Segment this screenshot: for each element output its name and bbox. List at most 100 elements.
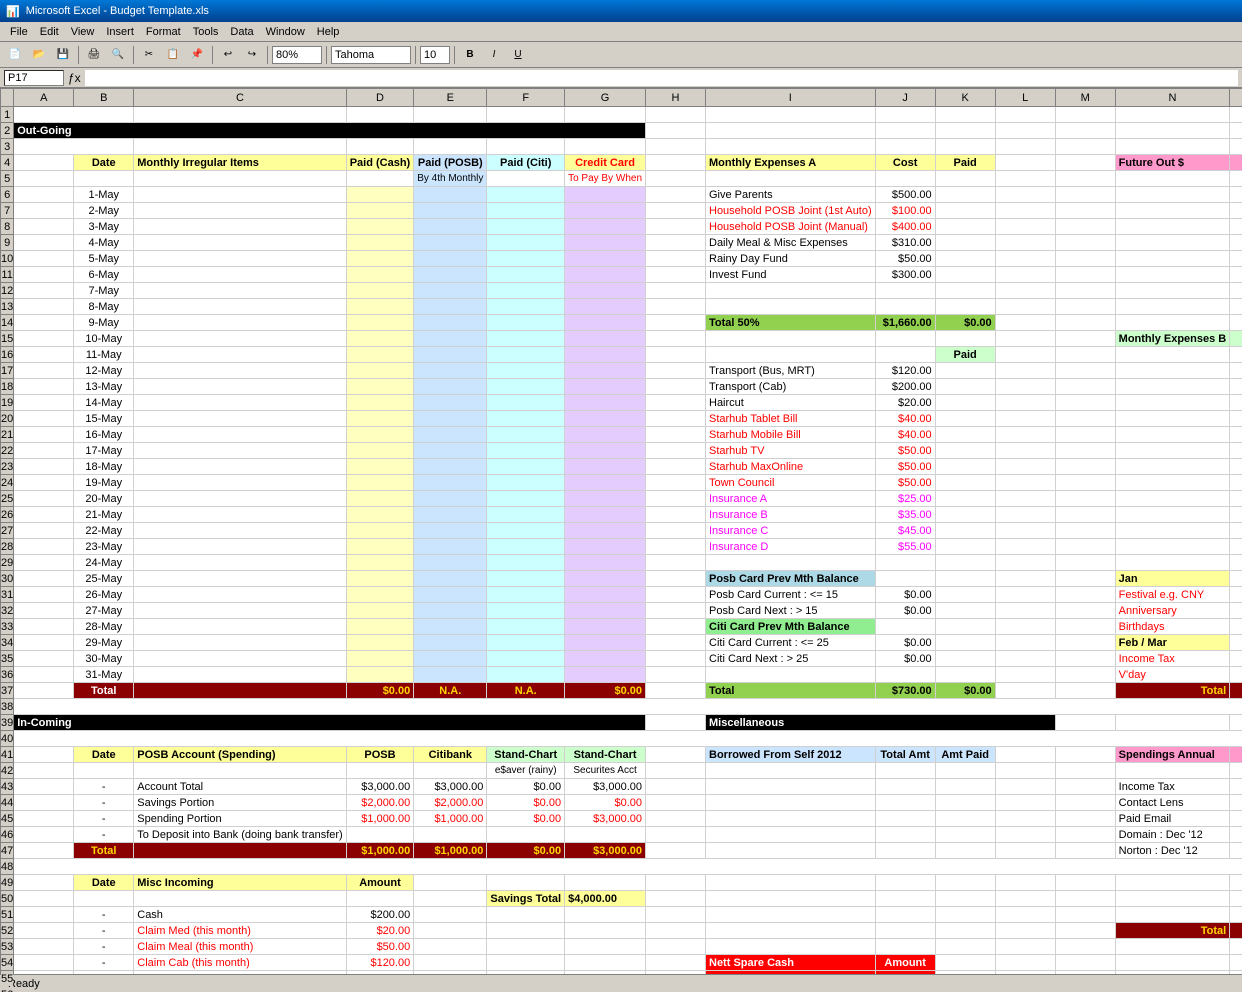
row-header-14[interactable]: 14: [1, 315, 14, 331]
col-header-e[interactable]: E: [414, 89, 487, 107]
italic-button[interactable]: I: [483, 44, 505, 66]
row-header-21[interactable]: 21: [1, 427, 14, 443]
copy-button[interactable]: 📋: [162, 44, 184, 66]
row-header-32[interactable]: 32: [1, 603, 14, 619]
font-input[interactable]: [331, 46, 411, 64]
row-header-42[interactable]: 42: [1, 763, 14, 779]
row-header-19[interactable]: 19: [1, 395, 14, 411]
col-header-h[interactable]: H: [646, 89, 706, 107]
row-header-26[interactable]: 26: [1, 507, 14, 523]
row-header-50[interactable]: 50: [1, 891, 14, 907]
undo-button[interactable]: ↩: [217, 44, 239, 66]
col-header-c[interactable]: C: [134, 89, 346, 107]
row-header-17[interactable]: 17: [1, 363, 14, 379]
row-header-25[interactable]: 25: [1, 491, 14, 507]
menu-tools[interactable]: Tools: [187, 24, 225, 40]
row-header-52[interactable]: 52: [1, 923, 14, 939]
row-header-18[interactable]: 18: [1, 379, 14, 395]
row-header-5[interactable]: 5: [1, 171, 14, 187]
row-header-30[interactable]: 30: [1, 571, 14, 587]
row-header-7[interactable]: 7: [1, 203, 14, 219]
col-header-i[interactable]: I: [706, 89, 876, 107]
col-header-n[interactable]: N: [1115, 89, 1230, 107]
menu-insert[interactable]: Insert: [100, 24, 140, 40]
redo-button[interactable]: ↪: [241, 44, 263, 66]
formula-input[interactable]: [85, 70, 1238, 86]
row-header-27[interactable]: 27: [1, 523, 14, 539]
menu-file[interactable]: File: [4, 24, 34, 40]
col-header-a[interactable]: A: [14, 89, 74, 107]
bold-button[interactable]: B: [459, 44, 481, 66]
row-header-29[interactable]: 29: [1, 555, 14, 571]
row-header-48[interactable]: 48: [1, 859, 14, 875]
row-header-40[interactable]: 40: [1, 731, 14, 747]
row-header-56[interactable]: 56: [1, 987, 14, 992]
row-header-46[interactable]: 46: [1, 827, 14, 843]
row-header-16[interactable]: 16: [1, 347, 14, 363]
row-header-43[interactable]: 43: [1, 779, 14, 795]
row-header-4[interactable]: 4: [1, 155, 14, 171]
col-header-d[interactable]: D: [346, 89, 414, 107]
cut-button[interactable]: ✂: [138, 44, 160, 66]
fontsize-input[interactable]: [420, 46, 450, 64]
cell-ref-input[interactable]: [4, 70, 64, 86]
row-header-12[interactable]: 12: [1, 283, 14, 299]
row-header-8[interactable]: 8: [1, 219, 14, 235]
preview-button[interactable]: 🔍: [107, 44, 129, 66]
row-header-34[interactable]: 34: [1, 635, 14, 651]
new-button[interactable]: 📄: [4, 44, 26, 66]
row-header-1[interactable]: 1: [1, 107, 14, 123]
row-header-24[interactable]: 24: [1, 475, 14, 491]
row-header-22[interactable]: 22: [1, 443, 14, 459]
row-header-15[interactable]: 15: [1, 331, 14, 347]
col-header-o[interactable]: O: [1230, 89, 1242, 107]
row-header-36[interactable]: 36: [1, 667, 14, 683]
print-button[interactable]: 🖨: [83, 44, 105, 66]
row-header-45[interactable]: 45: [1, 811, 14, 827]
row-header-23[interactable]: 23: [1, 459, 14, 475]
menu-help[interactable]: Help: [311, 24, 346, 40]
row-header-49[interactable]: 49: [1, 875, 14, 891]
menu-view[interactable]: View: [65, 24, 101, 40]
row-header-41[interactable]: 41: [1, 747, 14, 763]
col-header-g[interactable]: G: [565, 89, 646, 107]
menu-window[interactable]: Window: [260, 24, 311, 40]
row-header-35[interactable]: 35: [1, 651, 14, 667]
row-header-38[interactable]: 38: [1, 699, 14, 715]
paste-button[interactable]: 📌: [186, 44, 208, 66]
save-button[interactable]: 💾: [52, 44, 74, 66]
row-header-33[interactable]: 33: [1, 619, 14, 635]
open-button[interactable]: 📂: [28, 44, 50, 66]
underline-button[interactable]: U: [507, 44, 529, 66]
row-header-51[interactable]: 51: [1, 907, 14, 923]
row-header-28[interactable]: 28: [1, 539, 14, 555]
row-header-2[interactable]: 2: [1, 123, 14, 139]
col-header-f[interactable]: F: [487, 89, 565, 107]
row-24: 24 19-May Town Council $50.00: [1, 475, 1242, 491]
zoom-input[interactable]: [272, 46, 322, 64]
row-header-10[interactable]: 10: [1, 251, 14, 267]
menu-edit[interactable]: Edit: [34, 24, 65, 40]
row-header-11[interactable]: 11: [1, 267, 14, 283]
col-header-b[interactable]: B: [74, 89, 134, 107]
row-header-6[interactable]: 6: [1, 187, 14, 203]
row-header-53[interactable]: 53: [1, 939, 14, 955]
menu-format[interactable]: Format: [140, 24, 187, 40]
row-header-39[interactable]: 39: [1, 715, 14, 731]
row-header-9[interactable]: 9: [1, 235, 14, 251]
row-header-20[interactable]: 20: [1, 411, 14, 427]
row-header-3[interactable]: 3: [1, 139, 14, 155]
col-header-j[interactable]: J: [875, 89, 935, 107]
menu-data[interactable]: Data: [224, 24, 259, 40]
col-header-m[interactable]: M: [1055, 89, 1115, 107]
col-header-l[interactable]: L: [995, 89, 1055, 107]
row-header-13[interactable]: 13: [1, 299, 14, 315]
row-header-44[interactable]: 44: [1, 795, 14, 811]
row-header-47[interactable]: 47: [1, 843, 14, 859]
row-header-31[interactable]: 31: [1, 587, 14, 603]
spreadsheet-container[interactable]: A B C D E F G H I J K L M N O 1: [0, 88, 1242, 992]
col-header-k[interactable]: K: [935, 89, 995, 107]
row-header-37[interactable]: 37: [1, 683, 14, 699]
row-header-55[interactable]: 55: [1, 971, 14, 987]
row-header-54[interactable]: 54: [1, 955, 14, 971]
